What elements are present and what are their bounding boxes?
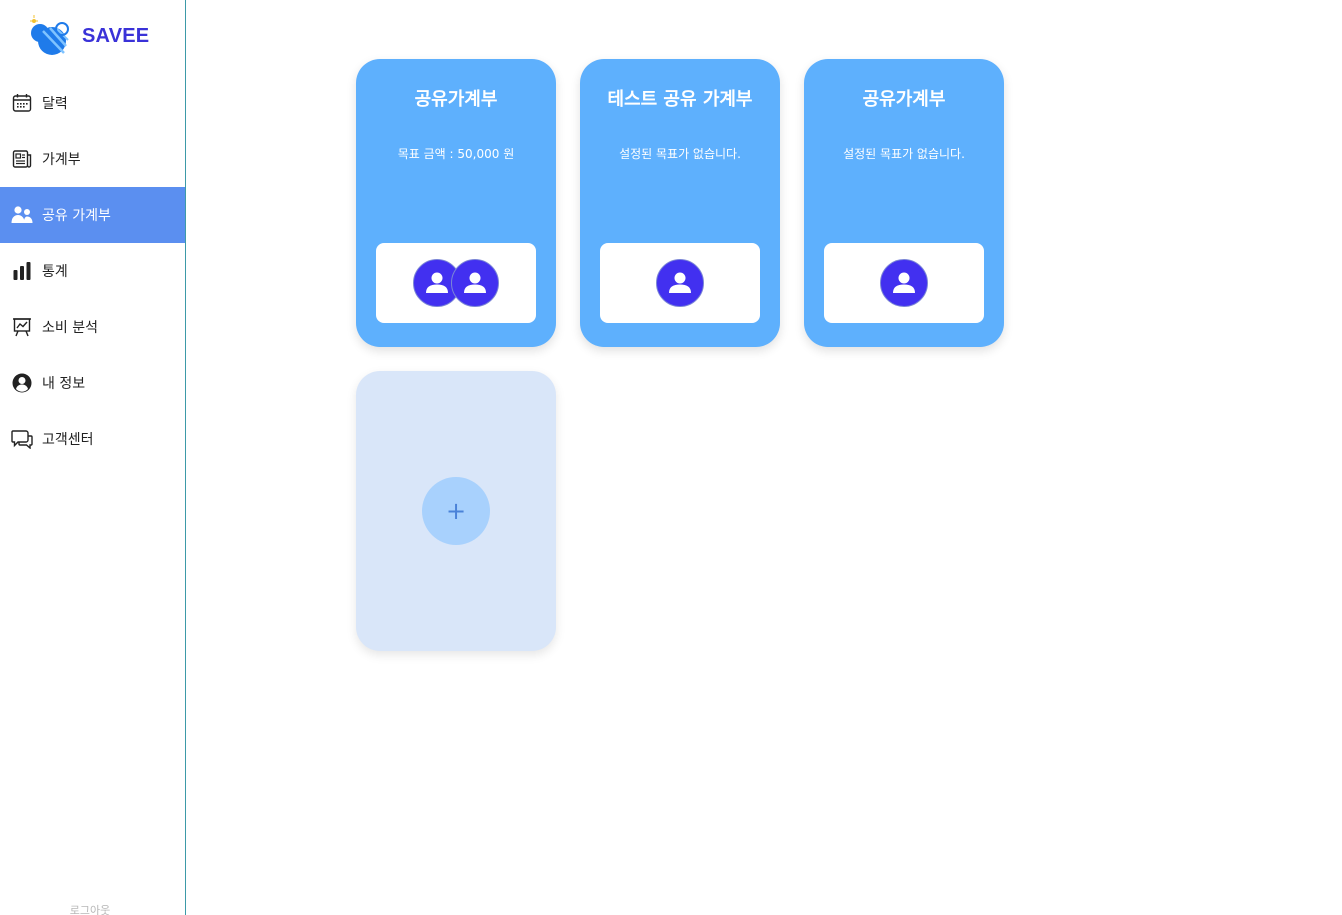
shared-ledger-card[interactable]: 공유가계부 설정된 목표가 없습니다. [804, 59, 1004, 347]
app-root: SAVEE 달력 가계부 공유 가계부 통계 소비 분석 내 정보 고객센터 로… [0, 0, 1342, 915]
sidebar-nav: 달력 가계부 공유 가계부 통계 소비 분석 내 정보 고객센터 [0, 75, 185, 467]
bar-chart-icon [11, 260, 33, 282]
card-title: 공유가계부 [414, 89, 498, 110]
sidebar-item-label: 소비 분석 [42, 320, 98, 336]
sidebar-item-label: 통계 [42, 264, 68, 280]
users-icon [11, 204, 33, 226]
sidebar: SAVEE 달력 가계부 공유 가계부 통계 소비 분석 내 정보 고객센터 로… [0, 0, 186, 915]
card-goal: 설정된 목표가 없습니다. [843, 147, 965, 161]
sidebar-item-label: 고객센터 [42, 432, 94, 448]
sidebar-item-label: 내 정보 [42, 376, 86, 392]
sidebar-item-shared-ledger[interactable]: 공유 가계부 [0, 187, 185, 243]
sidebar-item-my-info[interactable]: 내 정보 [0, 355, 185, 411]
brand-name: SAVEE [82, 24, 150, 47]
sidebar-item-ledger[interactable]: 가계부 [0, 131, 185, 187]
logo[interactable]: SAVEE [28, 12, 149, 60]
sidebar-item-label: 달력 [42, 96, 68, 112]
user-icon [426, 272, 448, 293]
card-title: 공유가계부 [862, 89, 946, 110]
sidebar-item-calendar[interactable]: 달력 [0, 75, 185, 131]
add-ledger-card: + [356, 371, 556, 651]
user-icon [669, 272, 691, 293]
logout-button[interactable]: 로그아웃 [0, 902, 180, 915]
card-title: 테스트 공유 가계부 [607, 89, 753, 110]
card-goal: 설정된 목표가 없습니다. [619, 147, 741, 161]
members-box [600, 243, 760, 323]
bee-logo-icon [30, 15, 69, 55]
ledger-icon [11, 148, 33, 170]
member-avatar [656, 259, 704, 307]
card-goal: 목표 금액 : 50,000 원 [397, 147, 515, 161]
plus-icon: + [445, 497, 467, 525]
sidebar-item-label: 가계부 [42, 152, 81, 168]
sidebar-item-spending-analysis[interactable]: 소비 분석 [0, 299, 185, 355]
sidebar-item-customer-center[interactable]: 고객센터 [0, 411, 185, 467]
user-icon [464, 272, 486, 293]
analysis-board-icon [11, 316, 33, 338]
sidebar-item-statistics[interactable]: 통계 [0, 243, 185, 299]
add-ledger-button[interactable]: + [422, 477, 490, 545]
chat-icon [11, 428, 33, 450]
sidebar-item-label: 공유 가계부 [42, 208, 111, 224]
members-box [376, 243, 536, 323]
member-avatar [451, 259, 499, 307]
user-circle-icon [11, 372, 33, 394]
shared-ledger-card[interactable]: 공유가계부 목표 금액 : 50,000 원 [356, 59, 556, 347]
shared-ledger-card[interactable]: 테스트 공유 가계부 설정된 목표가 없습니다. [580, 59, 780, 347]
calendar-icon [11, 92, 33, 114]
user-icon [893, 272, 915, 293]
member-avatar [880, 259, 928, 307]
members-box [824, 243, 984, 323]
